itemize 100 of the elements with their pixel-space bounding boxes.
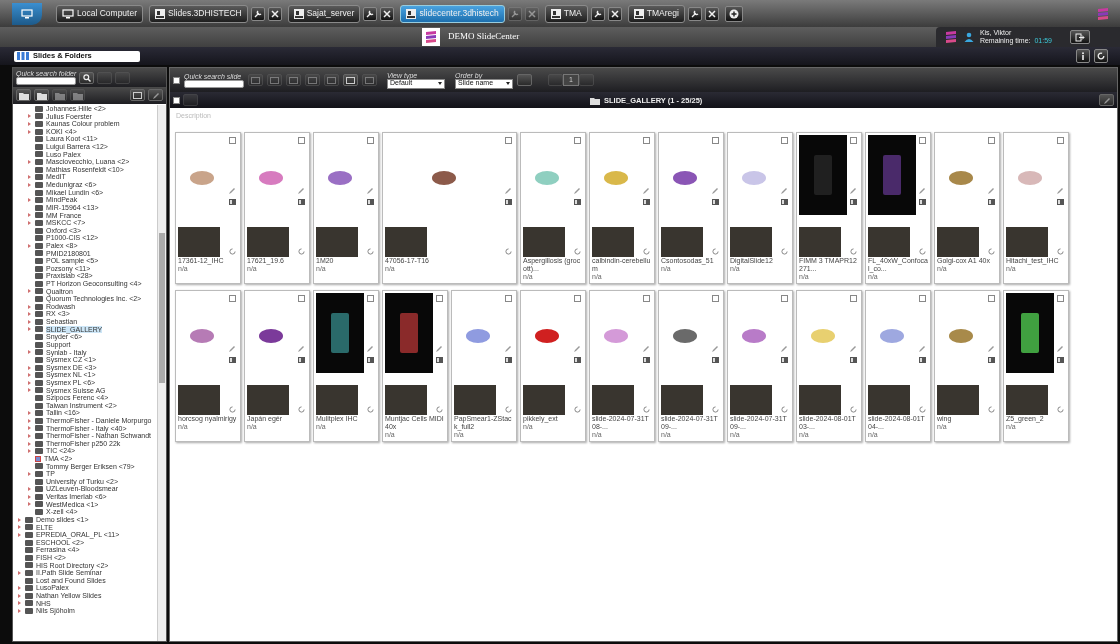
slide-icon[interactable] <box>849 198 857 205</box>
close-button[interactable] <box>607 6 622 21</box>
home-button[interactable] <box>12 2 42 25</box>
pencil-icon[interactable] <box>366 344 374 353</box>
slide-icon[interactable] <box>987 356 995 363</box>
pencil-icon[interactable] <box>780 186 788 195</box>
pencil-icon[interactable] <box>573 186 581 195</box>
rotate-icon[interactable] <box>987 247 995 255</box>
select-all-checkbox[interactable] <box>173 76 180 84</box>
expand-arrow-icon[interactable] <box>28 220 31 225</box>
slide-checkbox[interactable] <box>987 136 995 144</box>
expand-arrow-icon[interactable] <box>28 304 31 309</box>
slide-checkbox[interactable] <box>642 294 650 302</box>
rotate-icon[interactable] <box>987 405 995 413</box>
folder-search-field[interactable] <box>16 77 76 85</box>
pencil-icon[interactable] <box>918 344 926 353</box>
rotate-icon[interactable] <box>1056 247 1064 255</box>
expand-arrow-icon[interactable] <box>28 312 31 317</box>
rotate-icon[interactable] <box>849 405 857 413</box>
expand-arrow-icon[interactable] <box>28 373 31 378</box>
slide-icon[interactable] <box>780 356 788 363</box>
rotate-icon[interactable] <box>297 247 305 255</box>
connection-tab[interactable]: Local Computer <box>56 4 143 23</box>
sort-direction-button[interactable] <box>517 74 532 86</box>
expand-arrow-icon[interactable] <box>28 350 31 355</box>
close-button[interactable] <box>704 6 719 21</box>
slide-checkbox[interactable] <box>504 136 512 144</box>
slide-checkbox[interactable] <box>849 294 857 302</box>
slide-icon[interactable] <box>435 356 443 363</box>
slide-checkbox[interactable] <box>780 136 788 144</box>
close-button[interactable] <box>380 6 395 21</box>
slide-checkbox[interactable] <box>918 294 926 302</box>
pencil-icon[interactable] <box>297 186 305 195</box>
pencil-icon[interactable] <box>711 186 719 195</box>
slide-icon[interactable] <box>573 356 581 363</box>
expand-arrow-icon[interactable] <box>28 426 31 431</box>
connection-tab[interactable]: slidecenter.3dhistech <box>400 4 505 23</box>
expand-arrow-icon[interactable] <box>28 175 31 180</box>
slide-icon[interactable] <box>1056 356 1064 363</box>
rotate-icon[interactable] <box>1056 405 1064 413</box>
expand-arrow-icon[interactable] <box>18 532 21 537</box>
expand-arrow-icon[interactable] <box>28 418 31 423</box>
slide-icon[interactable] <box>228 356 236 363</box>
pencil-icon[interactable] <box>987 186 995 195</box>
expand-arrow-icon[interactable] <box>18 525 21 530</box>
slide-checkbox[interactable] <box>642 136 650 144</box>
slide-icon[interactable] <box>297 356 305 363</box>
toolbar-button[interactable] <box>343 74 358 86</box>
pencil-icon[interactable] <box>1056 186 1064 195</box>
expand-arrow-icon[interactable] <box>28 327 31 332</box>
connection-tab[interactable]: TMAregi <box>627 4 685 23</box>
rotate-icon[interactable] <box>918 405 926 413</box>
pencil-icon[interactable] <box>1056 344 1064 353</box>
pencil-icon[interactable] <box>780 344 788 353</box>
rotate-icon[interactable] <box>573 405 581 413</box>
slide-icon[interactable] <box>504 356 512 363</box>
slide-icon[interactable] <box>228 198 236 205</box>
slide-checkbox[interactable] <box>711 136 719 144</box>
slide-checkbox[interactable] <box>366 136 374 144</box>
pencil-icon[interactable] <box>573 344 581 353</box>
settings-button[interactable] <box>250 6 265 21</box>
rotate-icon[interactable] <box>918 247 926 255</box>
rotate-icon[interactable] <box>780 405 788 413</box>
expand-arrow-icon[interactable] <box>18 609 21 613</box>
slide-checkbox[interactable] <box>918 136 926 144</box>
rotate-icon[interactable] <box>573 247 581 255</box>
slide-icon[interactable] <box>366 356 374 363</box>
connection-tab[interactable]: Slides.3DHISTECH <box>149 4 248 23</box>
slide-checkbox[interactable] <box>711 294 719 302</box>
expand-arrow-icon[interactable] <box>28 494 31 499</box>
pencil-icon[interactable] <box>366 186 374 195</box>
expand-arrow-icon[interactable] <box>28 198 31 203</box>
slide-icon[interactable] <box>1056 198 1064 205</box>
expand-arrow-icon[interactable] <box>28 319 31 324</box>
pencil-icon[interactable] <box>504 344 512 353</box>
slide-checkbox[interactable] <box>297 136 305 144</box>
delete-button[interactable] <box>130 89 145 101</box>
slide-icon[interactable] <box>573 198 581 205</box>
rotate-icon[interactable] <box>228 247 236 255</box>
expand-arrow-icon[interactable] <box>28 449 31 454</box>
logout-button[interactable] <box>1070 30 1090 44</box>
expand-arrow-icon[interactable] <box>28 434 31 438</box>
expand-arrow-icon[interactable] <box>28 472 31 477</box>
slide-checkbox[interactable] <box>504 294 512 302</box>
pencil-icon[interactable] <box>642 344 650 353</box>
pencil-icon[interactable] <box>642 186 650 195</box>
slide-icon[interactable] <box>918 356 926 363</box>
rotate-icon[interactable] <box>780 247 788 255</box>
pencil-icon[interactable] <box>849 344 857 353</box>
search-button[interactable] <box>79 71 95 84</box>
slide-icon[interactable] <box>987 198 995 205</box>
slide-icon[interactable] <box>849 356 857 363</box>
slide-search-field[interactable] <box>184 79 244 88</box>
rotate-icon[interactable] <box>504 405 512 413</box>
close-button[interactable] <box>267 6 282 21</box>
slide-checkbox[interactable] <box>573 136 581 144</box>
rotate-icon[interactable] <box>297 405 305 413</box>
expand-arrow-icon[interactable] <box>28 388 31 393</box>
slide-checkbox[interactable] <box>987 294 995 302</box>
slide-icon[interactable] <box>918 198 926 205</box>
